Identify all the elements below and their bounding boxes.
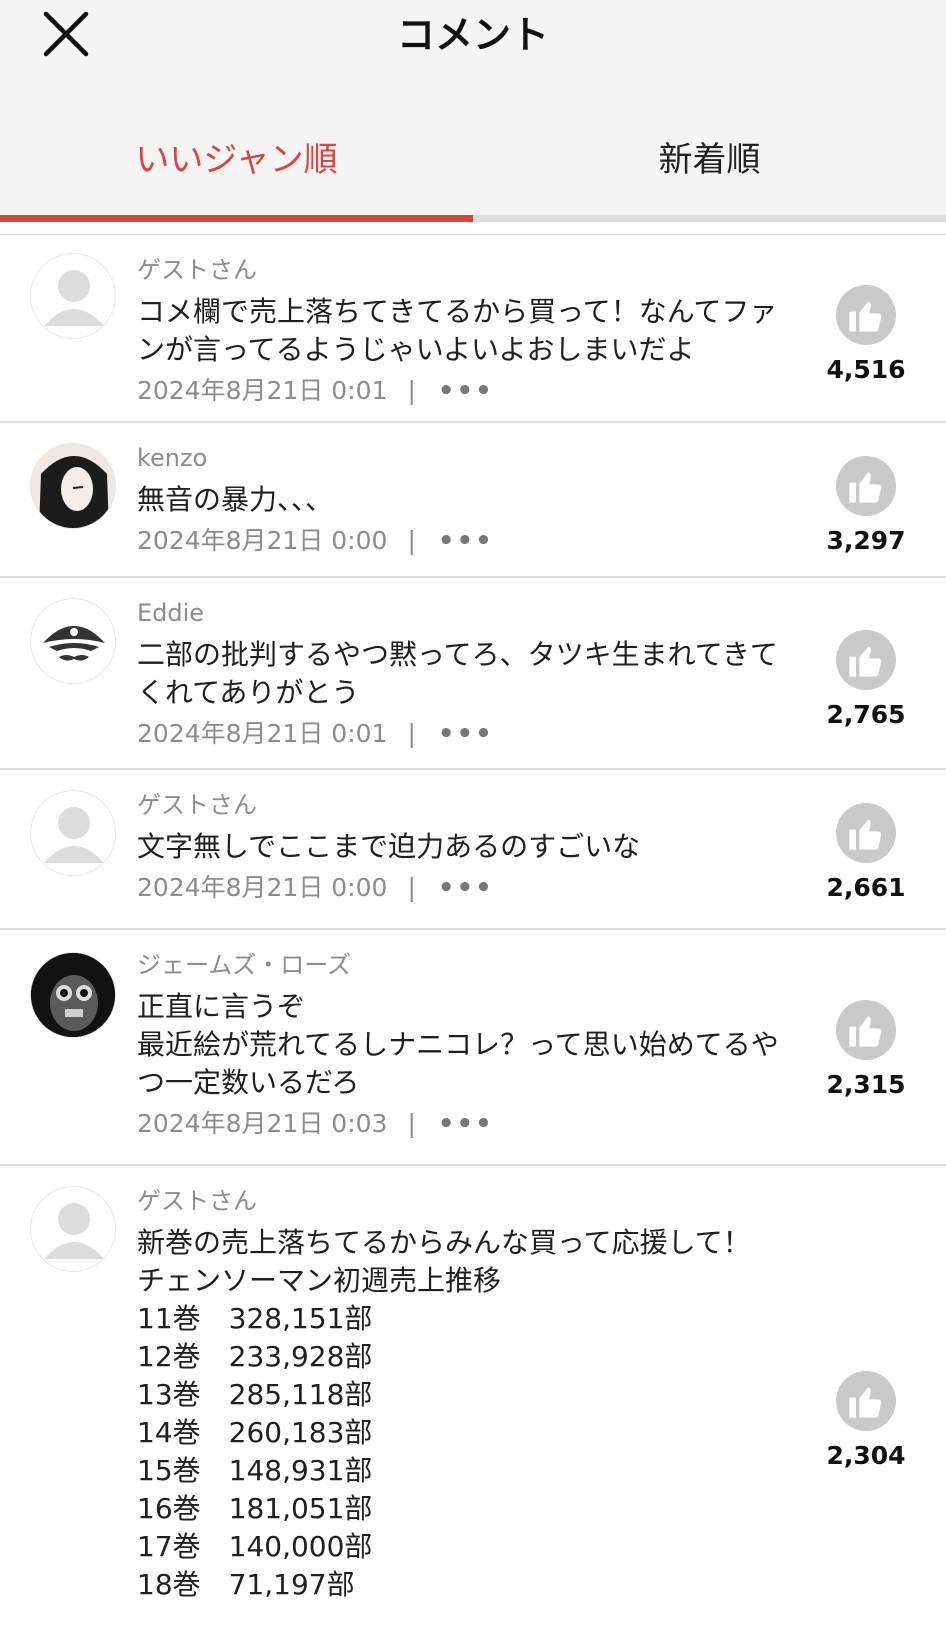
meta-separator: | [407,873,416,902]
like-group: 2,661 [816,803,916,902]
like-button[interactable] [836,1000,896,1060]
comment-date: 2024年8月21日 0:00 [137,526,388,555]
comment-date: 2024年8月21日 0:00 [137,873,388,902]
comment-item: ゲストさん コメ欄で売上落ちてきてるから買って！なんてファンが言ってるようじゃい… [0,235,946,423]
pirate-avatar-icon[interactable] [30,598,116,684]
thumbs-up-icon [849,301,882,332]
divider [0,222,946,235]
like-count: 2,315 [826,1070,906,1099]
comment-text: 正直に言うぞ 最近絵が荒れてるしナニコレ？って思い始めてるやつ一定数いるだろ [137,990,779,1099]
more-options-icon[interactable]: ••• [438,1108,494,1140]
comment-date: 2024年8月21日 0:03 [137,1109,388,1138]
comment-author[interactable]: ゲストさん [137,790,796,820]
like-button[interactable] [836,1371,896,1431]
like-count: 4,516 [826,355,906,384]
more-options-icon[interactable]: ••• [438,718,494,750]
like-count: 2,765 [826,700,906,729]
comment-text: 新巻の売上落ちてるからみんな買って応援して！ チェンソーマン初週売上推移 11巻… [137,1226,751,1601]
guest-avatar-icon[interactable] [30,253,116,339]
comment-meta: 2024年8月21日 0:01 | ••• [137,718,796,750]
comment-text: 文字無しでここまで迫力あるのすごいな [137,830,641,863]
meta-separator: | [407,1109,416,1138]
comment-item: Eddie 二部の批判するやつ黙ってろ、タツキ生まれてきてくれてありがとう 20… [0,578,946,770]
comment-author[interactable]: ジェームズ・ローズ [137,950,796,980]
like-count: 2,304 [826,1441,906,1470]
comment-item: ゲストさん 文字無しでここまで迫力あるのすごいな 2024年8月21日 0:00… [0,770,946,930]
comment-author[interactable]: ゲストさん [137,255,796,285]
comment-date: 2024年8月21日 0:01 [137,376,388,405]
comment-body: kenzo 無音の暴力、、、 2024年8月21日 0:00 | ••• [137,443,796,557]
more-options-icon[interactable]: ••• [438,525,494,557]
comment-meta: 2024年8月21日 0:00 | ••• [137,872,796,904]
comment-date: 2024年8月21日 0:01 [137,719,388,748]
guest-avatar-icon[interactable] [30,790,116,876]
comment-list: ゲストさん コメ欄で売上落ちてきてるから買って！なんてファンが言ってるようじゃい… [0,235,946,1616]
like-button[interactable] [836,456,896,516]
meta-separator: | [407,526,416,555]
like-group: 3,297 [816,456,916,555]
comment-body: ゲストさん 文字無しでここまで迫力あるのすごいな 2024年8月21日 0:00… [137,790,796,904]
like-group: 2,304 [816,1371,916,1470]
thumbs-up-icon [849,646,882,677]
comment-item: ゲストさん 新巻の売上落ちてるからみんな買って応援して！ チェンソーマン初週売上… [0,1166,946,1616]
comment-item: ジェームズ・ローズ 正直に言うぞ 最近絵が荒れてるしナニコレ？って思い始めてるや… [0,930,946,1166]
like-group: 2,315 [816,1000,916,1099]
sort-tabs: いいジャン順 新着順 [0,128,946,192]
comment-text: 二部の批判するやつ黙ってろ、タツキ生まれてきてくれてありがとう [137,638,778,709]
like-button[interactable] [836,630,896,690]
user-avatar[interactable] [30,443,116,529]
thumbs-up-icon [849,472,882,503]
thumbs-up-icon [849,819,882,850]
more-options-icon[interactable]: ••• [438,375,494,407]
guest-avatar-icon[interactable] [30,1186,116,1272]
like-count: 2,661 [826,873,906,902]
like-button[interactable] [836,285,896,345]
thumbs-up-icon [849,1016,882,1047]
tab-popular[interactable]: いいジャン順 [0,128,473,192]
meta-separator: | [407,719,416,748]
page-title: コメント [396,13,549,57]
comment-body: ゲストさん コメ欄で売上落ちてきてるから買って！なんてファンが言ってるようじゃい… [137,255,796,407]
comment-meta: 2024年8月21日 0:00 | ••• [137,525,796,557]
tab-newest[interactable]: 新着順 [473,128,946,192]
meta-separator: | [407,376,416,405]
comment-body: Eddie 二部の批判するやつ黙ってろ、タツキ生まれてきてくれてありがとう 20… [137,598,796,750]
comment-meta: 2024年8月21日 0:03 | ••• [137,1108,796,1140]
like-button[interactable] [836,803,896,863]
comment-text: コメ欄で売上落ちてきてるから買って！なんてファンが言ってるようじゃいよいよおしま… [137,295,778,366]
comment-text: 無音の暴力、、、 [137,483,334,516]
like-group: 4,516 [816,285,916,384]
comment-author[interactable]: ゲストさん [137,1186,796,1216]
comment-meta: 2024年8月21日 0:01 | ••• [137,375,796,407]
tab-indicator [0,215,473,222]
thumbs-up-icon [849,1387,882,1418]
like-group: 2,765 [816,630,916,729]
comment-author[interactable]: Eddie [137,598,796,628]
comment-item: kenzo 無音の暴力、、、 2024年8月21日 0:00 | ••• 3,2… [0,423,946,578]
comment-body: ジェームズ・ローズ 正直に言うぞ 最近絵が荒れてるしナニコレ？って思い始めてるや… [137,950,796,1140]
more-options-icon[interactable]: ••• [438,872,494,904]
user-avatar[interactable] [30,952,116,1038]
comment-author[interactable]: kenzo [137,443,796,473]
like-count: 3,297 [826,526,906,555]
tab-indicator-track [0,215,946,222]
header: コメント いいジャン順 新着順 [0,0,946,222]
comment-body: ゲストさん 新巻の売上落ちてるからみんな買って応援して！ チェンソーマン初週売上… [137,1186,796,1604]
